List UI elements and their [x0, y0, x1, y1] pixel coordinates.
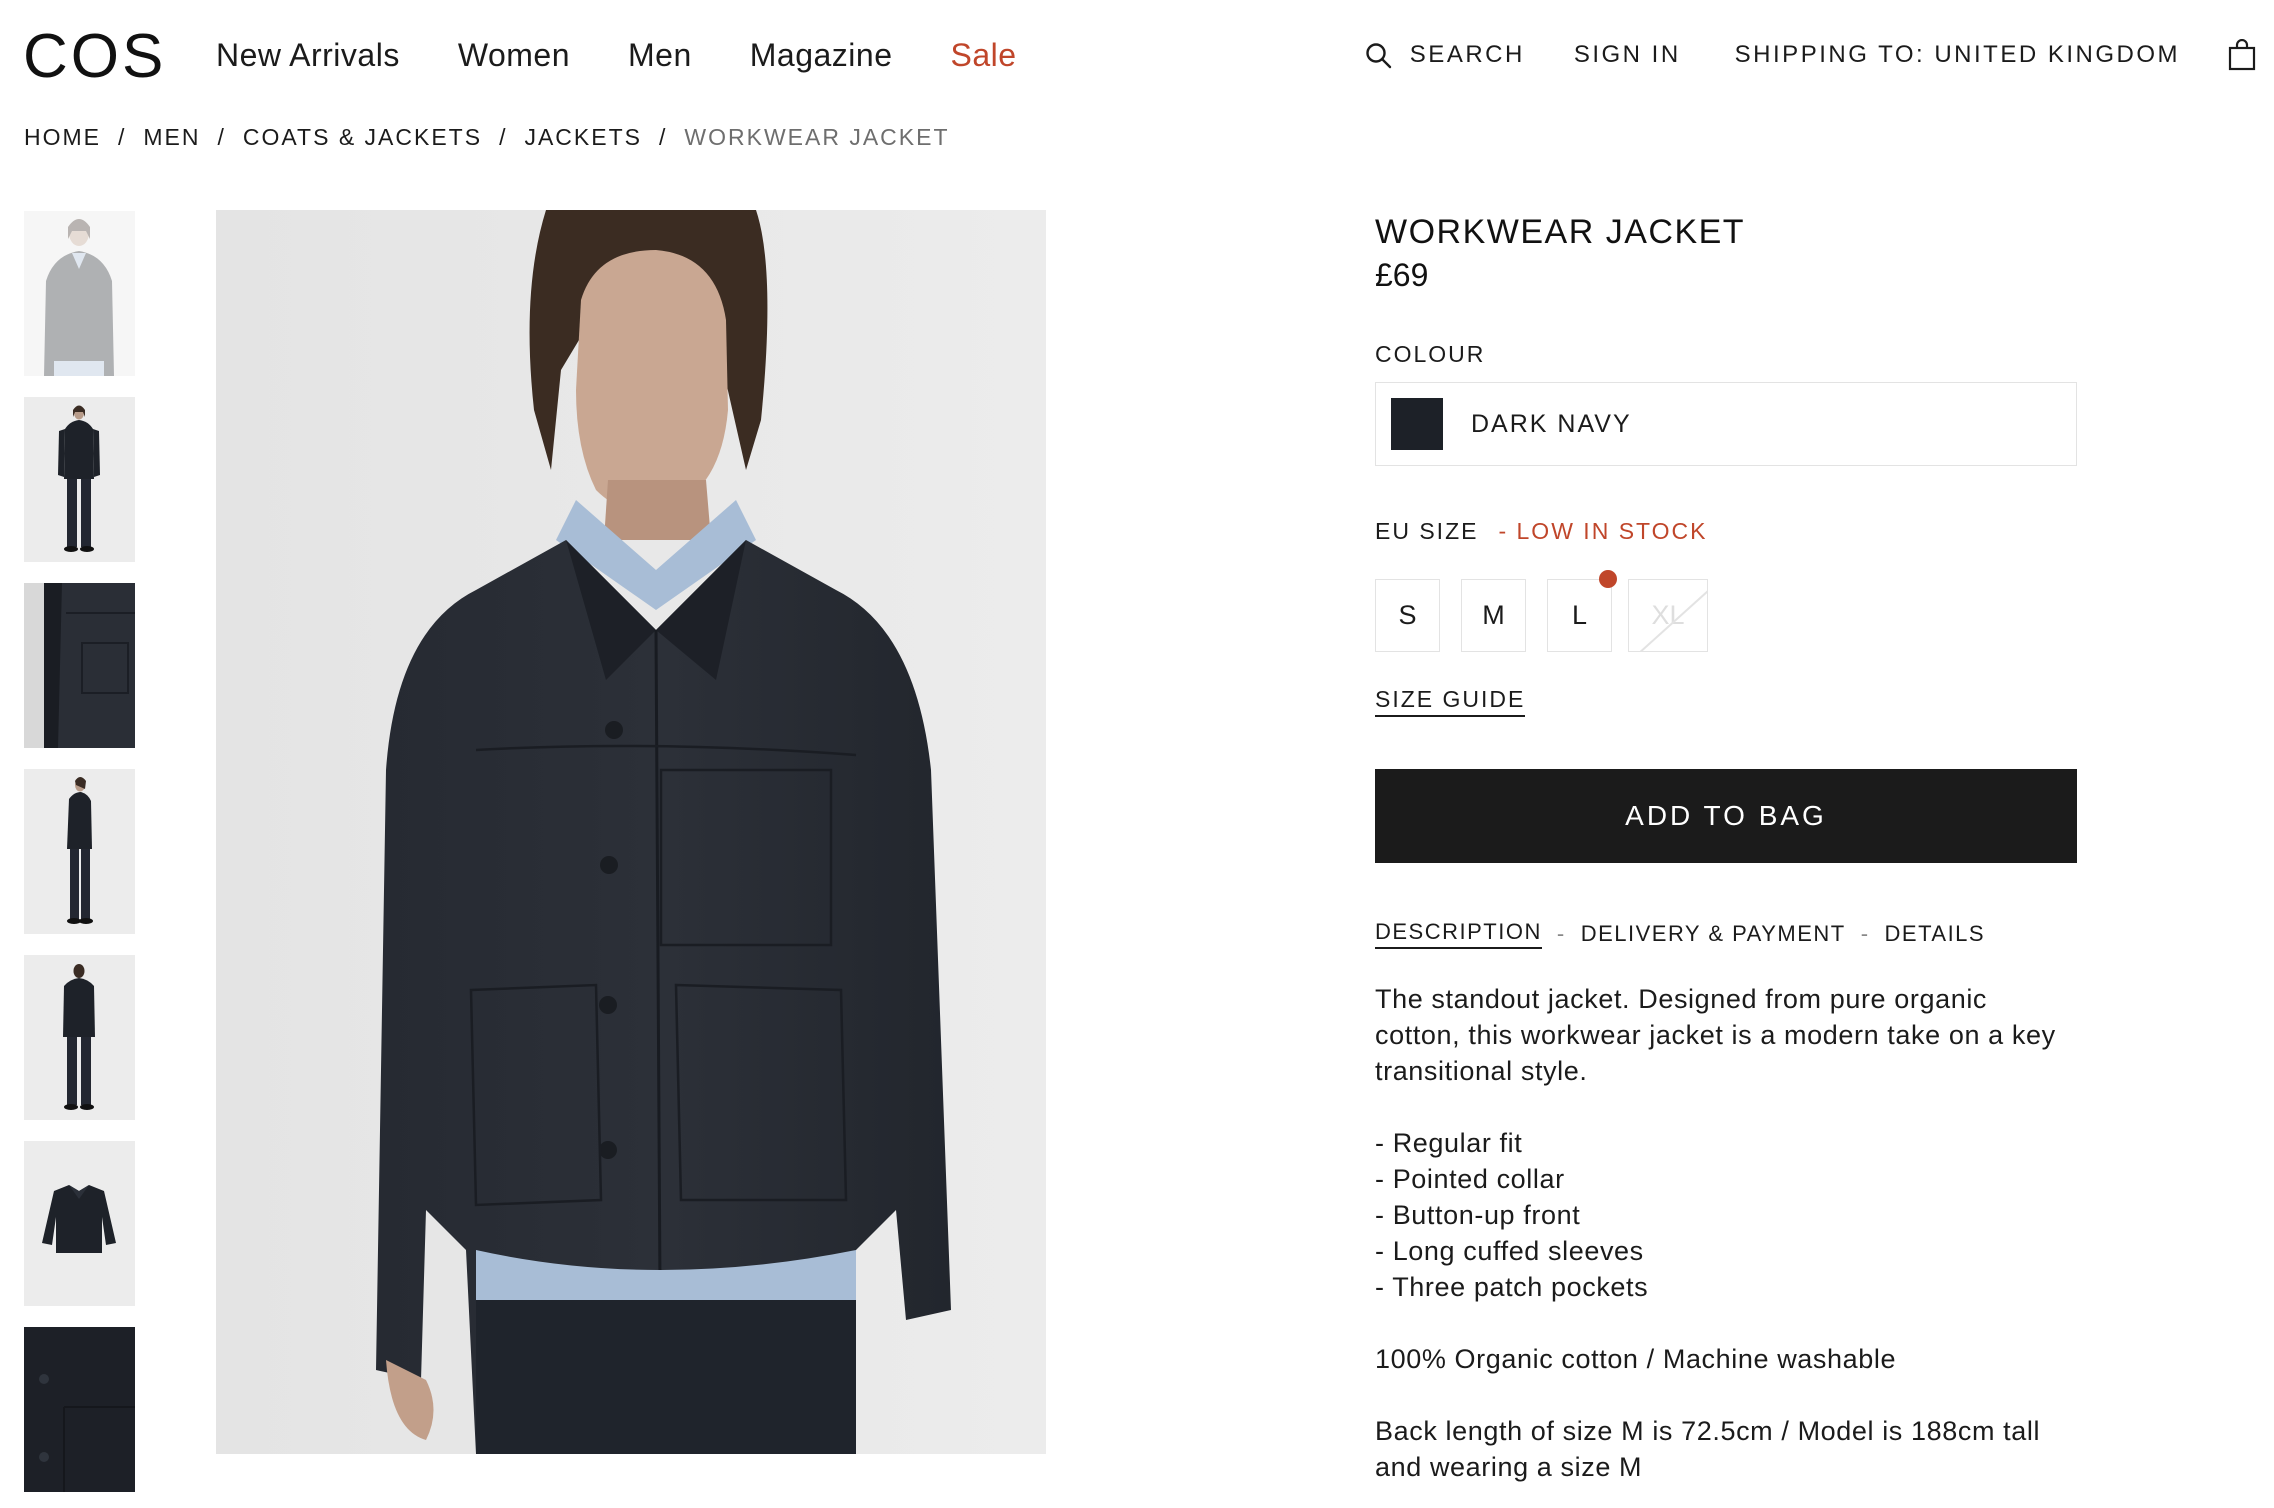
feature-item: - Three patch pockets	[1375, 1272, 1649, 1302]
colour-label: COLOUR	[1375, 341, 1486, 367]
breadcrumb: HOME / MEN / COATS & JACKETS / JACKETS /…	[24, 122, 950, 152]
thumbnail-fabric-detail[interactable]	[24, 1327, 135, 1492]
breadcrumb-current: WORKWEAR JACKET	[684, 124, 950, 150]
main-nav: New Arrivals Women Men Magazine Sale	[216, 34, 1017, 76]
size-option-s[interactable]: S	[1375, 579, 1440, 652]
fit-note: Back length of size M is 72.5cm / Model …	[1375, 1416, 2041, 1482]
product-price: £69	[1375, 257, 1429, 293]
product-info-panel: WORKWEAR JACKET £69 COLOUR DARK NAVY EU …	[1375, 212, 2077, 1508]
breadcrumb-separator: /	[499, 124, 508, 150]
thumbnail-full-side[interactable]	[24, 769, 135, 934]
feature-item: - Pointed collar	[1375, 1164, 1565, 1194]
shopping-bag-button[interactable]	[2228, 39, 2256, 71]
colour-selector[interactable]: DARK NAVY	[1375, 382, 2077, 466]
low-stock-indicator	[1599, 570, 1617, 588]
size-guide-link[interactable]: SIZE GUIDE	[1375, 686, 1526, 717]
tab-separator: -	[1860, 921, 1870, 946]
tab-details[interactable]: DETAILS	[1885, 921, 1986, 947]
sign-in-link[interactable]: SIGN IN	[1574, 41, 1681, 69]
size-label: EU SIZE	[1375, 518, 1479, 544]
nav-sale[interactable]: Sale	[950, 34, 1016, 76]
tab-separator: -	[1556, 921, 1566, 946]
stock-status: - LOW IN STOCK	[1498, 518, 1708, 544]
size-header: EU SIZE - LOW IN STOCK	[1375, 518, 2077, 545]
shopping-bag-icon	[2228, 39, 2256, 71]
brand-logo[interactable]: COS	[23, 22, 166, 92]
feature-item: - Long cuffed sleeves	[1375, 1236, 1644, 1266]
nav-women[interactable]: Women	[458, 34, 570, 76]
colour-swatch	[1391, 398, 1443, 450]
info-tabs: DESCRIPTION - DELIVERY & PAYMENT - DETAI…	[1375, 919, 2077, 949]
breadcrumb-coats-jackets[interactable]: COATS & JACKETS	[243, 122, 482, 152]
breadcrumb-separator: /	[118, 124, 127, 150]
composition-text: 100% Organic cotton / Machine washable	[1375, 1344, 1897, 1374]
size-option-xl-unavailable: XL	[1628, 579, 1708, 652]
thumbnail-front[interactable]	[24, 211, 135, 376]
shipping-country-selector[interactable]: SHIPPING TO: UNITED KINGDOM	[1735, 41, 2180, 69]
colour-name: DARK NAVY	[1471, 409, 1632, 438]
breadcrumb-men[interactable]: MEN	[143, 122, 200, 152]
product-main-image[interactable]	[216, 210, 1046, 1454]
feature-item: - Regular fit	[1375, 1128, 1523, 1158]
breadcrumb-separator: /	[659, 124, 668, 150]
thumbnail-full-back[interactable]	[24, 955, 135, 1120]
breadcrumb-separator: /	[217, 124, 226, 150]
thumbnail-flat-lay[interactable]	[24, 1141, 135, 1306]
breadcrumb-jackets[interactable]: JACKETS	[524, 122, 642, 152]
product-title: WORKWEAR JACKET	[1375, 213, 1746, 251]
feature-item: - Button-up front	[1375, 1200, 1581, 1230]
search-label: SEARCH	[1409, 41, 1525, 68]
tab-description[interactable]: DESCRIPTION	[1375, 919, 1542, 949]
feature-list: - Regular fit - Pointed collar - Button-…	[1375, 1125, 2077, 1305]
utility-nav: SEARCH SIGN IN SHIPPING TO: UNITED KINGD…	[1365, 30, 2274, 80]
thumbnail-detail-side[interactable]	[24, 583, 135, 748]
size-option-m[interactable]: M	[1461, 579, 1526, 652]
tab-delivery-payment[interactable]: DELIVERY & PAYMENT	[1581, 921, 1846, 947]
breadcrumb-home[interactable]: HOME	[24, 122, 101, 152]
nav-new-arrivals[interactable]: New Arrivals	[216, 34, 400, 76]
size-option-l[interactable]: L	[1547, 570, 1617, 652]
product-description: The standout jacket. Designed from pure …	[1375, 981, 2077, 1485]
thumbnail-full-front[interactable]	[24, 397, 135, 562]
search-icon	[1365, 42, 1392, 69]
search-button[interactable]: SEARCH	[1365, 41, 1525, 69]
add-to-bag-button[interactable]: ADD TO BAG	[1375, 769, 2077, 863]
nav-men[interactable]: Men	[628, 34, 692, 76]
size-options: S M L XL	[1375, 570, 2077, 652]
size-option-l-label: L	[1571, 600, 1588, 630]
nav-magazine[interactable]: Magazine	[750, 34, 893, 76]
thumbnail-gallery	[24, 211, 135, 1508]
description-intro: The standout jacket. Designed from pure …	[1375, 984, 2056, 1086]
